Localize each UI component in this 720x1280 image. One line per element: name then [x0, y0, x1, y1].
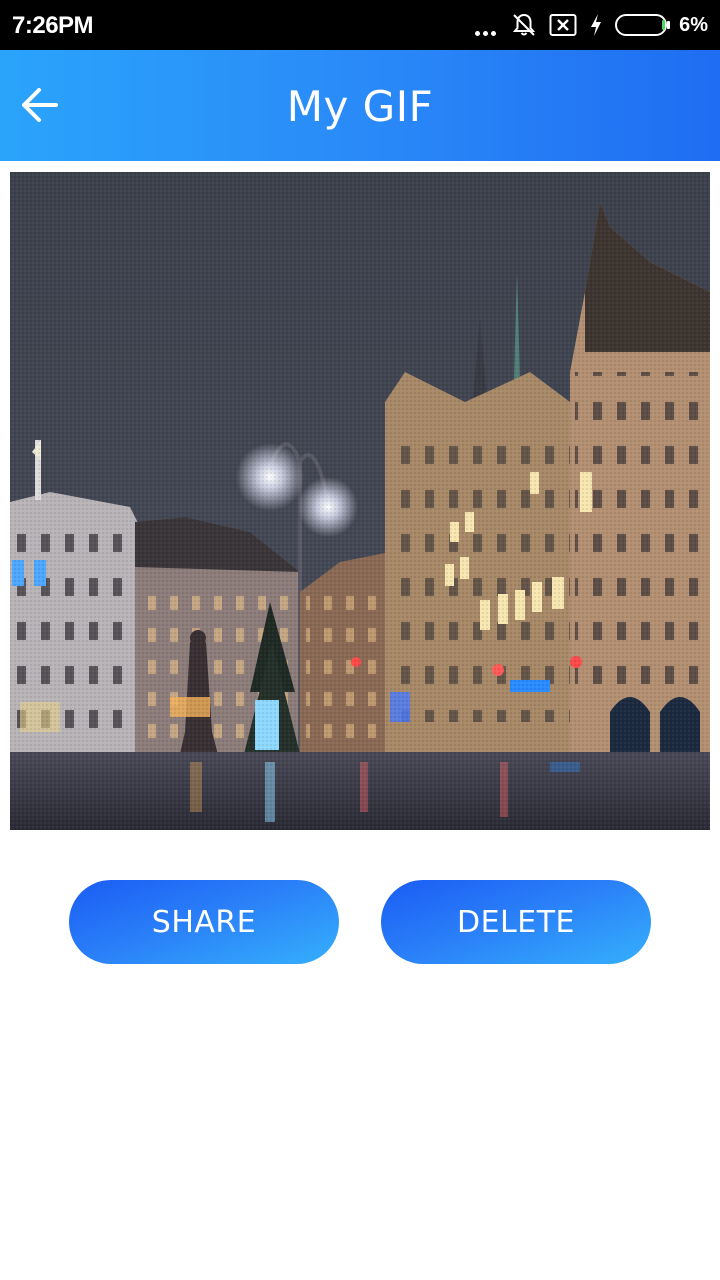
- share-button[interactable]: SHARE: [69, 880, 339, 964]
- sim-x-icon: [549, 14, 577, 36]
- more-dots-icon: [475, 22, 499, 36]
- status-bar: 7:26PM 6%: [0, 0, 720, 50]
- charging-bolt-icon: [591, 14, 602, 36]
- gif-preview-image: [10, 172, 710, 830]
- battery-icon: [615, 14, 671, 36]
- notifications-off-icon: [512, 13, 536, 36]
- status-time: 7:26PM: [12, 12, 94, 39]
- battery-percent: 6%: [679, 13, 708, 36]
- delete-button[interactable]: DELETE: [381, 880, 651, 964]
- app-bar: My GIF: [0, 50, 720, 161]
- status-icons: 6%: [463, 10, 708, 40]
- page-title: My GIF: [286, 82, 434, 131]
